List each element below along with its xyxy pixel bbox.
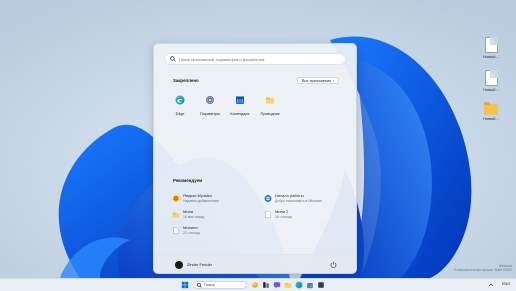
start-footer: Zinder Fender xyxy=(154,254,356,273)
recommended-item[interactable]: Минили 23 ч назад xyxy=(172,225,200,235)
recommended-item[interactable]: Начало работы Добро пожаловать в Windows xyxy=(264,193,322,203)
recommended-item-subtitle: 23 ч назад xyxy=(183,231,200,235)
task-view-icon[interactable] xyxy=(262,281,270,289)
get-started-icon xyxy=(264,195,272,202)
recommended-item[interactable]: Яндекс.Музыка Недавно добавленные xyxy=(172,193,219,203)
power-icon[interactable] xyxy=(330,261,337,268)
pinned-app-label: Edge xyxy=(175,112,185,116)
desktop-icon-label: Новый... xyxy=(483,116,499,121)
pinned-app-label: Календарь xyxy=(230,112,250,116)
recommended-item-title: Яндекс.Музыка xyxy=(183,193,212,198)
document-icon xyxy=(265,211,272,218)
pinned-app-edge[interactable]: Edge xyxy=(168,92,192,116)
windows-start-icon[interactable] xyxy=(181,281,189,289)
document-icon xyxy=(173,227,180,234)
taskbar-search-placeholder: Поиск xyxy=(204,283,215,287)
user-name[interactable]: Zinder Fender xyxy=(187,262,212,267)
file-explorer-icon[interactable] xyxy=(284,281,292,289)
pinned-app-label: Параметры xyxy=(199,112,221,116)
calendar-icon xyxy=(236,96,244,104)
pinned-app-explorer[interactable]: Проводник xyxy=(258,92,282,116)
pinned-app-settings[interactable]: Параметры xyxy=(198,92,222,116)
recommended-item-subtitle: 16 ч назад xyxy=(275,215,292,219)
folder-icon xyxy=(266,97,274,104)
pinned-app-label: Проводник xyxy=(260,112,280,116)
start-menu: Поиск приложений, параметров и документо… xyxy=(153,43,357,274)
recommended-item-subtitle: Добро пожаловать в Windows xyxy=(275,199,322,203)
all-apps-label: Все приложения xyxy=(302,78,332,83)
taskbar: Поиск ENG xyxy=(0,278,516,291)
edge-icon[interactable] xyxy=(295,281,303,289)
recommended-item-title: Мини 2 xyxy=(275,209,289,214)
activation-watermark: Windows Ознакомительная версия. Build 22… xyxy=(454,264,512,272)
watermark-line-2: Ознакомительная версия. Build 22000 xyxy=(453,268,512,272)
settings-icon xyxy=(206,96,214,104)
all-apps-button[interactable]: Все приложения › xyxy=(297,77,340,84)
recommended-item[interactable]: Мини 16 мин назад xyxy=(172,209,204,219)
recommended-item-subtitle: Недавно добавленные xyxy=(183,199,219,203)
folder-icon xyxy=(484,102,498,115)
chevron-up-icon[interactable] xyxy=(488,281,494,289)
desktop-icon-document-1[interactable]: Новый... xyxy=(474,37,508,59)
recommended-item[interactable]: Мини 2 16 ч назад xyxy=(264,209,292,219)
language-indicator[interactable]: ENG xyxy=(502,282,510,286)
pinned-apps: Edge Параметры Календарь Проводник xyxy=(168,92,282,116)
store-icon[interactable] xyxy=(306,281,314,289)
chat-icon[interactable] xyxy=(273,281,281,289)
folder-icon xyxy=(172,212,180,218)
search-icon xyxy=(170,56,176,62)
desktop-icon-label: Новый... xyxy=(483,87,499,92)
pinned-title: Закреплено xyxy=(173,78,199,83)
recommended-title: Рекомендуем xyxy=(173,178,203,183)
desktop-icon-label: Новый... xyxy=(483,54,499,59)
document-icon xyxy=(484,37,498,53)
desktop-icon-document-2[interactable]: Новый... xyxy=(474,70,508,92)
search-placeholder: Поиск приложений, параметров и документо… xyxy=(179,56,265,62)
desktop-icon-folder[interactable]: Новый... xyxy=(474,102,508,121)
avatar[interactable] xyxy=(175,261,183,269)
taskbar-search[interactable]: Поиск xyxy=(193,281,247,289)
chevron-right-icon: › xyxy=(333,78,335,83)
music-icon xyxy=(172,195,180,202)
recommended-item-subtitle: 16 мин назад xyxy=(183,215,204,219)
widgets-icon[interactable] xyxy=(251,281,259,289)
edge-icon xyxy=(175,95,185,105)
start-search-box[interactable]: Поиск приложений, параметров и документо… xyxy=(164,53,346,65)
search-icon xyxy=(197,282,202,288)
recommended-item-title: Мини xyxy=(183,209,194,214)
document-icon xyxy=(484,70,498,86)
app-icon[interactable] xyxy=(317,281,325,289)
pinned-app-calendar[interactable]: Календарь xyxy=(228,92,252,116)
recommended-item-title: Начало работы xyxy=(275,193,304,198)
recommended-item-title: Минили xyxy=(183,225,198,230)
